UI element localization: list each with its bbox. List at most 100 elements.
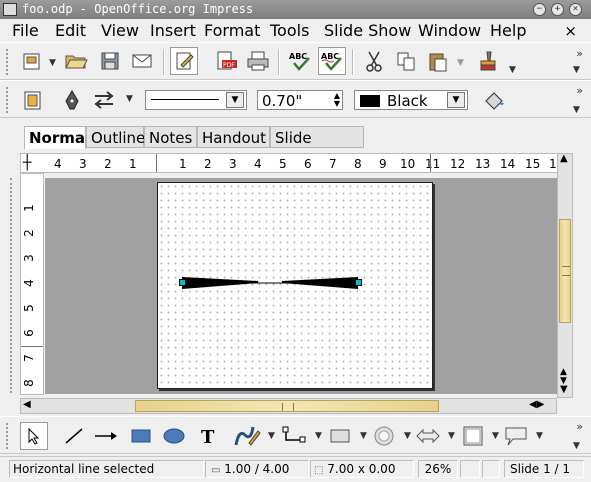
close-window-button[interactable]: × [569,3,582,16]
edit-file-icon[interactable] [170,47,198,75]
cut-icon[interactable] [360,47,388,75]
spellcheck-icon[interactable]: ABC [286,47,314,75]
toolbar-overflow-icon[interactable]: » [576,84,583,97]
toolbar-handle[interactable] [6,423,10,449]
tab-stop-icon[interactable]: ┼ [23,155,31,171]
clone-formatting-icon[interactable] [472,47,500,75]
block-arrows-dropdown-icon[interactable]: ▼ [448,431,455,441]
ruler-number: 4 [54,157,62,171]
select-arrow-icon[interactable] [20,422,48,450]
open-folder-icon[interactable] [62,47,90,75]
ruler-number: 13 [475,157,491,171]
toolbar-menu-icon[interactable]: ▼ [573,65,580,75]
panel-handle[interactable] [10,178,14,393]
toolbar-options-icon[interactable]: ▼ [509,65,516,75]
app-icon[interactable] [3,3,17,16]
menu-slide-show[interactable]: Slide Show [324,21,411,41]
connector-icon[interactable] [280,422,308,450]
toolbar-handle[interactable] [6,49,10,75]
close-document-icon[interactable]: × [564,22,577,40]
tab-outline[interactable]: Outline [86,126,145,148]
basic-shapes-icon[interactable] [326,422,354,450]
toolbar-handle[interactable] [6,87,10,113]
symbol-shapes-dropdown-icon[interactable]: ▼ [404,431,411,441]
symbol-shapes-icon[interactable] [370,422,398,450]
flowchart-dropdown-icon[interactable]: ▼ [492,431,499,441]
scroll-down-icon[interactable]: ▼ [560,384,568,395]
ellipse-icon[interactable] [160,422,188,450]
export-pdf-icon[interactable]: PDF [212,47,240,75]
curve-dropdown-icon[interactable]: ▼ [268,431,275,441]
status-zoom[interactable]: 26% [418,460,458,478]
scroll-left-icon[interactable]: ◀ [23,399,31,410]
autospellcheck-icon[interactable]: ABC [318,47,346,75]
paste-icon[interactable] [424,47,452,75]
menu-view[interactable]: View [101,21,139,41]
scroll-right-icon[interactable]: ◀▶ [529,399,544,410]
toolbar-menu-icon[interactable]: ▼ [573,105,580,115]
ruler-number: 1 [21,204,36,212]
callouts-icon[interactable] [502,422,530,450]
toolbar-menu-icon[interactable]: ▼ [573,441,580,451]
tab-normal[interactable]: Normal [24,126,90,149]
line-color-dropdown-icon[interactable]: ▼ [447,92,465,108]
connector-dropdown-icon[interactable]: ▼ [315,431,322,441]
vertical-scroll-thumb[interactable] [559,219,571,323]
scroll-up-icon[interactable]: ▲ [560,153,568,164]
menu-file[interactable]: File [12,21,39,41]
selection-handle-left[interactable] [179,279,186,286]
curve-icon[interactable] [233,422,261,450]
menu-edit[interactable]: Edit [55,21,86,41]
menu-tools[interactable]: Tools [270,21,309,41]
maximize-button[interactable]: + [551,3,564,16]
save-icon[interactable] [96,47,124,75]
horizontal-scroll-thumb[interactable] [135,400,439,412]
status-selection-mode[interactable] [482,460,500,478]
line-icon[interactable] [60,422,88,450]
arrow-style-dropdown-icon[interactable]: ▼ [126,94,133,104]
toolbar-overflow-icon[interactable]: » [576,47,583,60]
selection-handle-right[interactable] [355,279,362,286]
basic-shapes-dropdown-icon[interactable]: ▼ [360,431,367,441]
tab-slide-sorter[interactable]: Slide Sorter [270,126,364,169]
menu-window[interactable]: Window [418,21,481,41]
line-style-box[interactable]: ▼ [145,90,247,110]
horizontal-ruler[interactable]: ┼ 4 3 2 1 1 2 3 4 5 6 7 8 9 10 11 12 13 … [20,153,564,173]
line-tool-icon[interactable] [58,86,86,114]
callouts-dropdown-icon[interactable]: ▼ [536,431,543,441]
svg-text:PDF: PDF [223,62,235,69]
shade-button[interactable]: − [533,3,546,16]
tab-notes[interactable]: Notes [144,126,197,148]
line-width-spinner-icon[interactable]: ▲ ▼ [334,92,340,108]
status-slide: Slide 1 / 1 [504,460,584,478]
line-color-box[interactable]: Black ▼ [354,90,468,110]
styles-formatting-icon[interactable] [18,86,46,114]
line-style-dropdown-icon[interactable]: ▼ [226,92,244,108]
print-icon[interactable] [244,47,272,75]
rectangle-icon[interactable] [127,422,155,450]
vertical-ruler[interactable]: 1 2 3 4 5 6 7 8 [20,173,44,395]
new-dropdown-icon[interactable]: ▼ [49,58,56,68]
ruler-number: 12 [450,157,466,171]
tab-handout[interactable]: Handout [197,126,270,148]
vertical-scrollbar[interactable]: ▲ ▲ ▼ ▼ [557,153,573,398]
arrow-style-icon[interactable] [90,86,118,114]
new-document-icon[interactable] [18,47,46,75]
block-arrows-icon[interactable] [414,422,442,450]
email-icon[interactable] [128,47,156,75]
flowchart-icon[interactable] [459,422,487,450]
horizontal-scrollbar[interactable]: ◀ ◀▶ [20,398,557,414]
area-fill-icon[interactable] [480,86,508,114]
status-insert-mode[interactable] [460,460,480,478]
text-icon[interactable]: T [194,422,222,450]
menu-format[interactable]: Format [204,21,260,41]
line-arrow-icon[interactable] [92,422,120,450]
menu-help[interactable]: Help [490,21,526,41]
horizontal-line-shape[interactable] [158,183,434,390]
copy-icon[interactable] [392,47,420,75]
slide-canvas[interactable] [157,182,433,389]
menu-insert[interactable]: Insert [150,21,196,41]
line-width-field[interactable]: 0.70" ▲ ▼ [257,90,343,110]
toolbar-overflow-icon[interactable]: » [576,420,583,433]
paste-dropdown-icon[interactable]: ▼ [457,58,464,68]
